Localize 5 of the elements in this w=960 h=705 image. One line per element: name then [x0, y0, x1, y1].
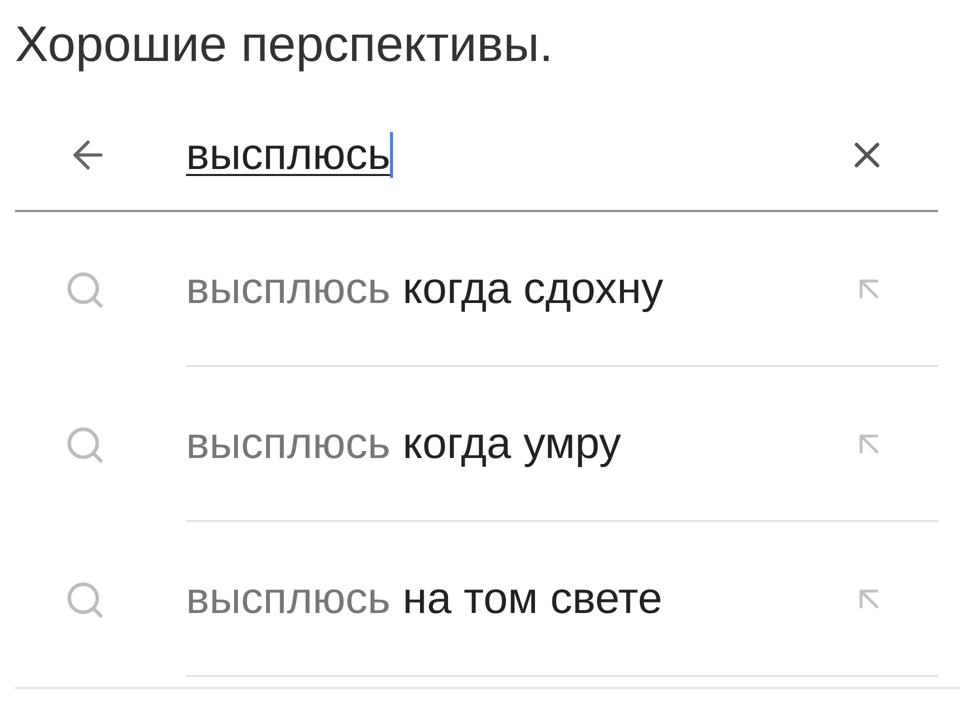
search-field[interactable]: высплюсь: [186, 127, 846, 183]
suggestion-item[interactable]: высплюсь на том свете: [186, 572, 850, 624]
page-title: Хорошие перспективы.: [15, 16, 554, 72]
suggestion-item[interactable]: высплюсь когда умру: [186, 418, 850, 470]
suggestion-item[interactable]: высплюсь когда сдохну: [186, 262, 850, 314]
